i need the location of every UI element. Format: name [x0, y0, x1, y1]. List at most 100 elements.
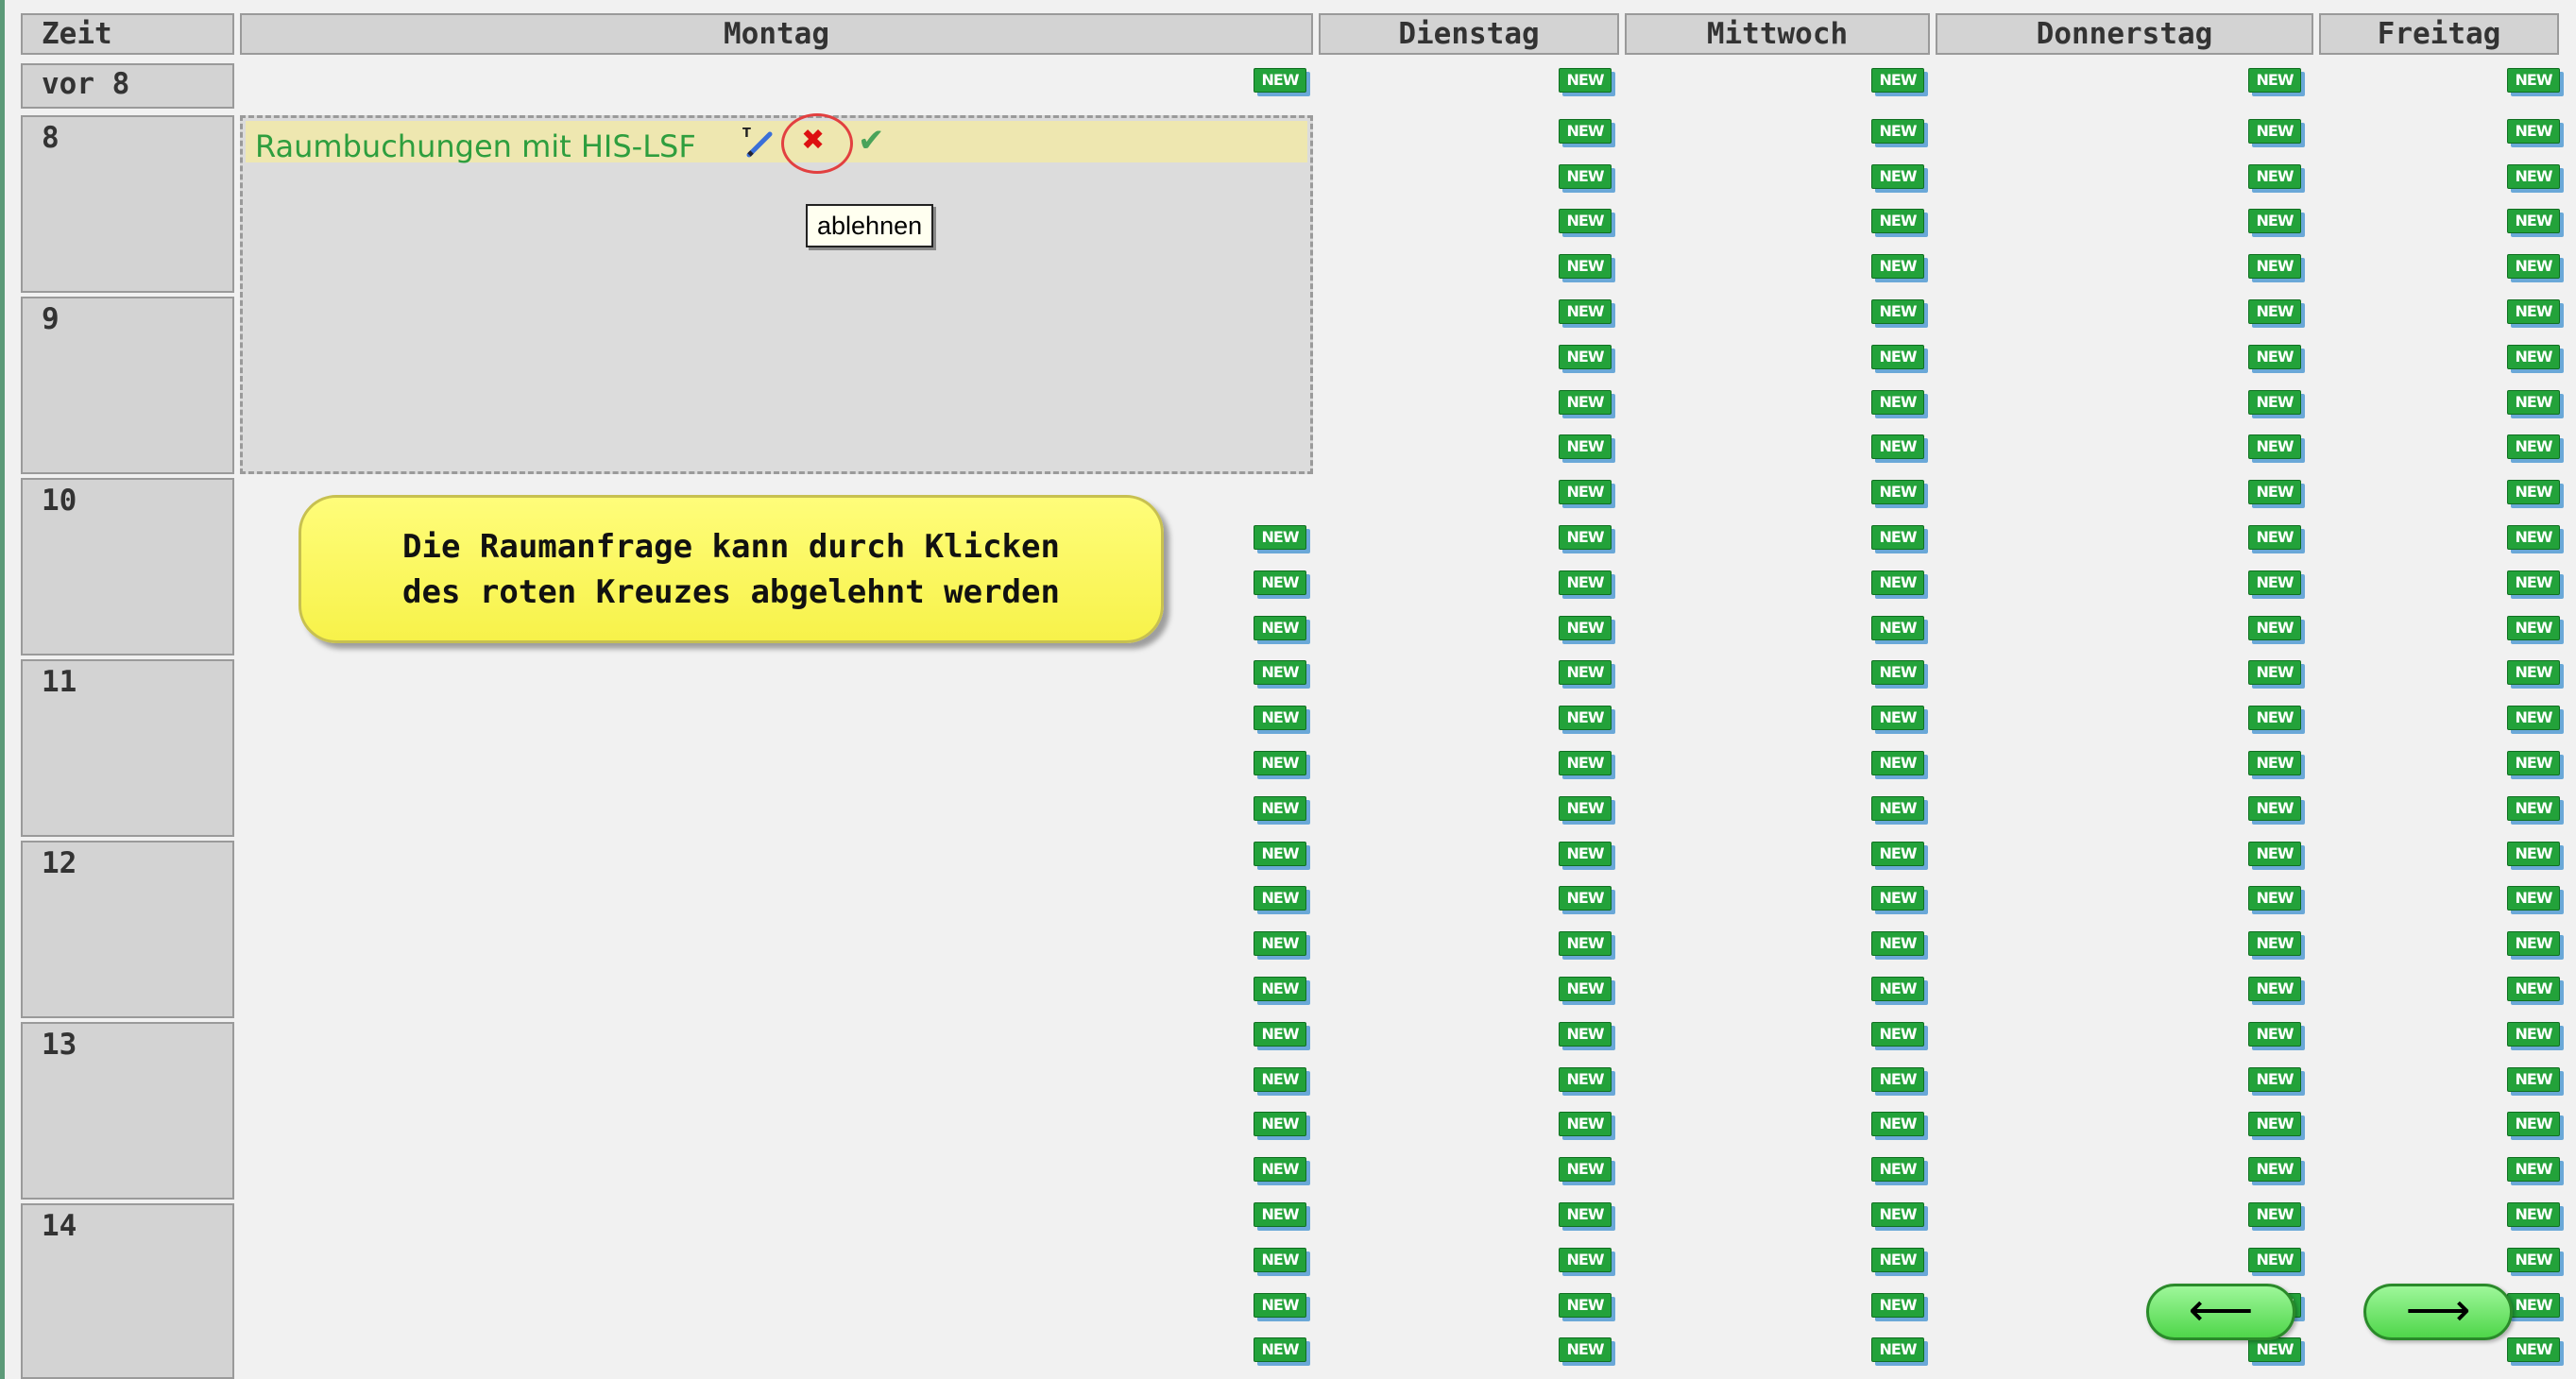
new-booking-button[interactable]: NEW [2248, 1022, 2301, 1047]
new-booking-button[interactable]: NEW [2507, 616, 2560, 640]
new-booking-button[interactable]: NEW [2507, 209, 2560, 233]
new-booking-button[interactable]: NEW [2248, 119, 2301, 144]
new-booking-button[interactable]: NEW [2507, 706, 2560, 730]
new-booking-button[interactable]: NEW [2248, 390, 2301, 415]
new-booking-button[interactable]: NEW [1871, 660, 1924, 685]
new-booking-button[interactable]: NEW [2248, 751, 2301, 775]
new-booking-button[interactable]: NEW [2507, 1202, 2560, 1227]
new-booking-button[interactable]: NEW [1254, 977, 1306, 1001]
new-booking-button[interactable]: NEW [1559, 706, 1612, 730]
new-booking-button[interactable]: NEW [1871, 886, 1924, 911]
new-booking-button[interactable]: NEW [2507, 931, 2560, 956]
new-booking-button[interactable]: NEW [1254, 570, 1306, 595]
new-booking-button[interactable]: NEW [1254, 1067, 1306, 1092]
new-booking-button[interactable]: NEW [1254, 796, 1306, 821]
new-booking-button[interactable]: NEW [1871, 977, 1924, 1001]
new-booking-button[interactable]: NEW [1559, 796, 1612, 821]
new-booking-button[interactable]: NEW [1871, 1293, 1924, 1318]
new-booking-button[interactable]: NEW [1254, 616, 1306, 640]
new-booking-button[interactable]: NEW [2248, 931, 2301, 956]
new-booking-button[interactable]: NEW [2507, 299, 2560, 324]
new-booking-button[interactable]: NEW [1559, 480, 1612, 504]
new-booking-button[interactable]: NEW [1254, 68, 1306, 93]
event-title[interactable]: Raumbuchungen mit HIS-LSF [255, 128, 696, 164]
new-booking-button[interactable]: NEW [2507, 1022, 2560, 1047]
new-booking-button[interactable]: NEW [1559, 1202, 1612, 1227]
new-booking-button[interactable]: NEW [2248, 1337, 2301, 1362]
new-booking-button[interactable]: NEW [2507, 254, 2560, 279]
new-booking-button[interactable]: NEW [2248, 1248, 2301, 1272]
new-booking-button[interactable]: NEW [1254, 1202, 1306, 1227]
new-booking-button[interactable]: NEW [2248, 480, 2301, 504]
arrow-right-icon[interactable]: ⟶ [2363, 1284, 2513, 1340]
new-booking-button[interactable]: NEW [2248, 796, 2301, 821]
new-booking-button[interactable]: NEW [1254, 1022, 1306, 1047]
new-booking-button[interactable]: NEW [2507, 1293, 2560, 1318]
new-booking-button[interactable]: NEW [1559, 345, 1612, 369]
new-booking-button[interactable]: NEW [1871, 1248, 1924, 1272]
new-booking-button[interactable]: NEW [1559, 164, 1612, 189]
new-booking-button[interactable]: NEW [1254, 886, 1306, 911]
new-booking-button[interactable]: NEW [1254, 525, 1306, 550]
new-booking-button[interactable]: NEW [1559, 1157, 1612, 1182]
new-booking-button[interactable]: NEW [2248, 977, 2301, 1001]
new-booking-button[interactable]: NEW [2248, 1157, 2301, 1182]
new-booking-button[interactable]: NEW [1871, 796, 1924, 821]
new-booking-button[interactable]: NEW [1559, 751, 1612, 775]
new-booking-button[interactable]: NEW [1871, 525, 1924, 550]
new-booking-button[interactable]: NEW [1871, 254, 1924, 279]
new-booking-button[interactable]: NEW [2248, 345, 2301, 369]
new-booking-button[interactable]: NEW [1559, 1112, 1612, 1136]
new-booking-button[interactable]: NEW [1871, 931, 1924, 956]
new-booking-button[interactable]: NEW [2248, 434, 2301, 459]
new-booking-button[interactable]: NEW [2248, 842, 2301, 866]
new-booking-button[interactable]: NEW [2507, 68, 2560, 93]
new-booking-button[interactable]: NEW [1254, 751, 1306, 775]
new-booking-button[interactable]: NEW [2507, 345, 2560, 369]
new-booking-button[interactable]: NEW [2507, 480, 2560, 504]
new-booking-button[interactable]: NEW [1871, 1202, 1924, 1227]
new-booking-button[interactable]: NEW [1871, 1337, 1924, 1362]
new-booking-button[interactable]: NEW [2507, 1337, 2560, 1362]
new-booking-button[interactable]: NEW [1871, 119, 1924, 144]
new-booking-button[interactable]: NEW [1559, 886, 1612, 911]
new-booking-button[interactable]: NEW [1559, 434, 1612, 459]
new-booking-button[interactable]: NEW [2248, 886, 2301, 911]
new-booking-button[interactable]: NEW [1871, 390, 1924, 415]
new-booking-button[interactable]: NEW [1254, 706, 1306, 730]
new-booking-button[interactable]: NEW [1871, 1112, 1924, 1136]
new-booking-button[interactable]: NEW [1254, 1293, 1306, 1318]
new-booking-button[interactable]: NEW [1871, 209, 1924, 233]
new-booking-button[interactable]: NEW [1559, 977, 1612, 1001]
new-booking-button[interactable]: NEW [1559, 525, 1612, 550]
new-booking-button[interactable]: NEW [1559, 660, 1612, 685]
new-booking-button[interactable]: NEW [1254, 660, 1306, 685]
new-booking-button[interactable]: NEW [1559, 1022, 1612, 1047]
new-booking-button[interactable]: NEW [1871, 345, 1924, 369]
new-booking-button[interactable]: NEW [1871, 570, 1924, 595]
new-booking-button[interactable]: NEW [2507, 660, 2560, 685]
new-booking-button[interactable]: NEW [1871, 299, 1924, 324]
new-booking-button[interactable]: NEW [1254, 1112, 1306, 1136]
new-booking-button[interactable]: NEW [2248, 570, 2301, 595]
new-booking-button[interactable]: NEW [1559, 1067, 1612, 1092]
new-booking-button[interactable]: NEW [1871, 480, 1924, 504]
new-booking-button[interactable]: NEW [2248, 1112, 2301, 1136]
new-booking-button[interactable]: NEW [2507, 570, 2560, 595]
new-booking-button[interactable]: NEW [1559, 1248, 1612, 1272]
new-booking-button[interactable]: NEW [2507, 796, 2560, 821]
new-booking-button[interactable]: NEW [2507, 164, 2560, 189]
green-checkmark-icon[interactable]: ✔ [858, 125, 885, 157]
new-booking-button[interactable]: NEW [2507, 119, 2560, 144]
new-booking-button[interactable]: NEW [2248, 706, 2301, 730]
new-booking-button[interactable]: NEW [1871, 164, 1924, 189]
new-booking-button[interactable]: NEW [1254, 1157, 1306, 1182]
new-booking-button[interactable]: NEW [1559, 1293, 1612, 1318]
new-booking-button[interactable]: NEW [1871, 616, 1924, 640]
new-booking-button[interactable]: NEW [2507, 434, 2560, 459]
new-booking-button[interactable]: NEW [1559, 931, 1612, 956]
new-booking-button[interactable]: NEW [1871, 751, 1924, 775]
edit-pencil-icon[interactable]: T [742, 125, 777, 161]
new-booking-button[interactable]: NEW [2248, 68, 2301, 93]
new-booking-button[interactable]: NEW [1254, 931, 1306, 956]
